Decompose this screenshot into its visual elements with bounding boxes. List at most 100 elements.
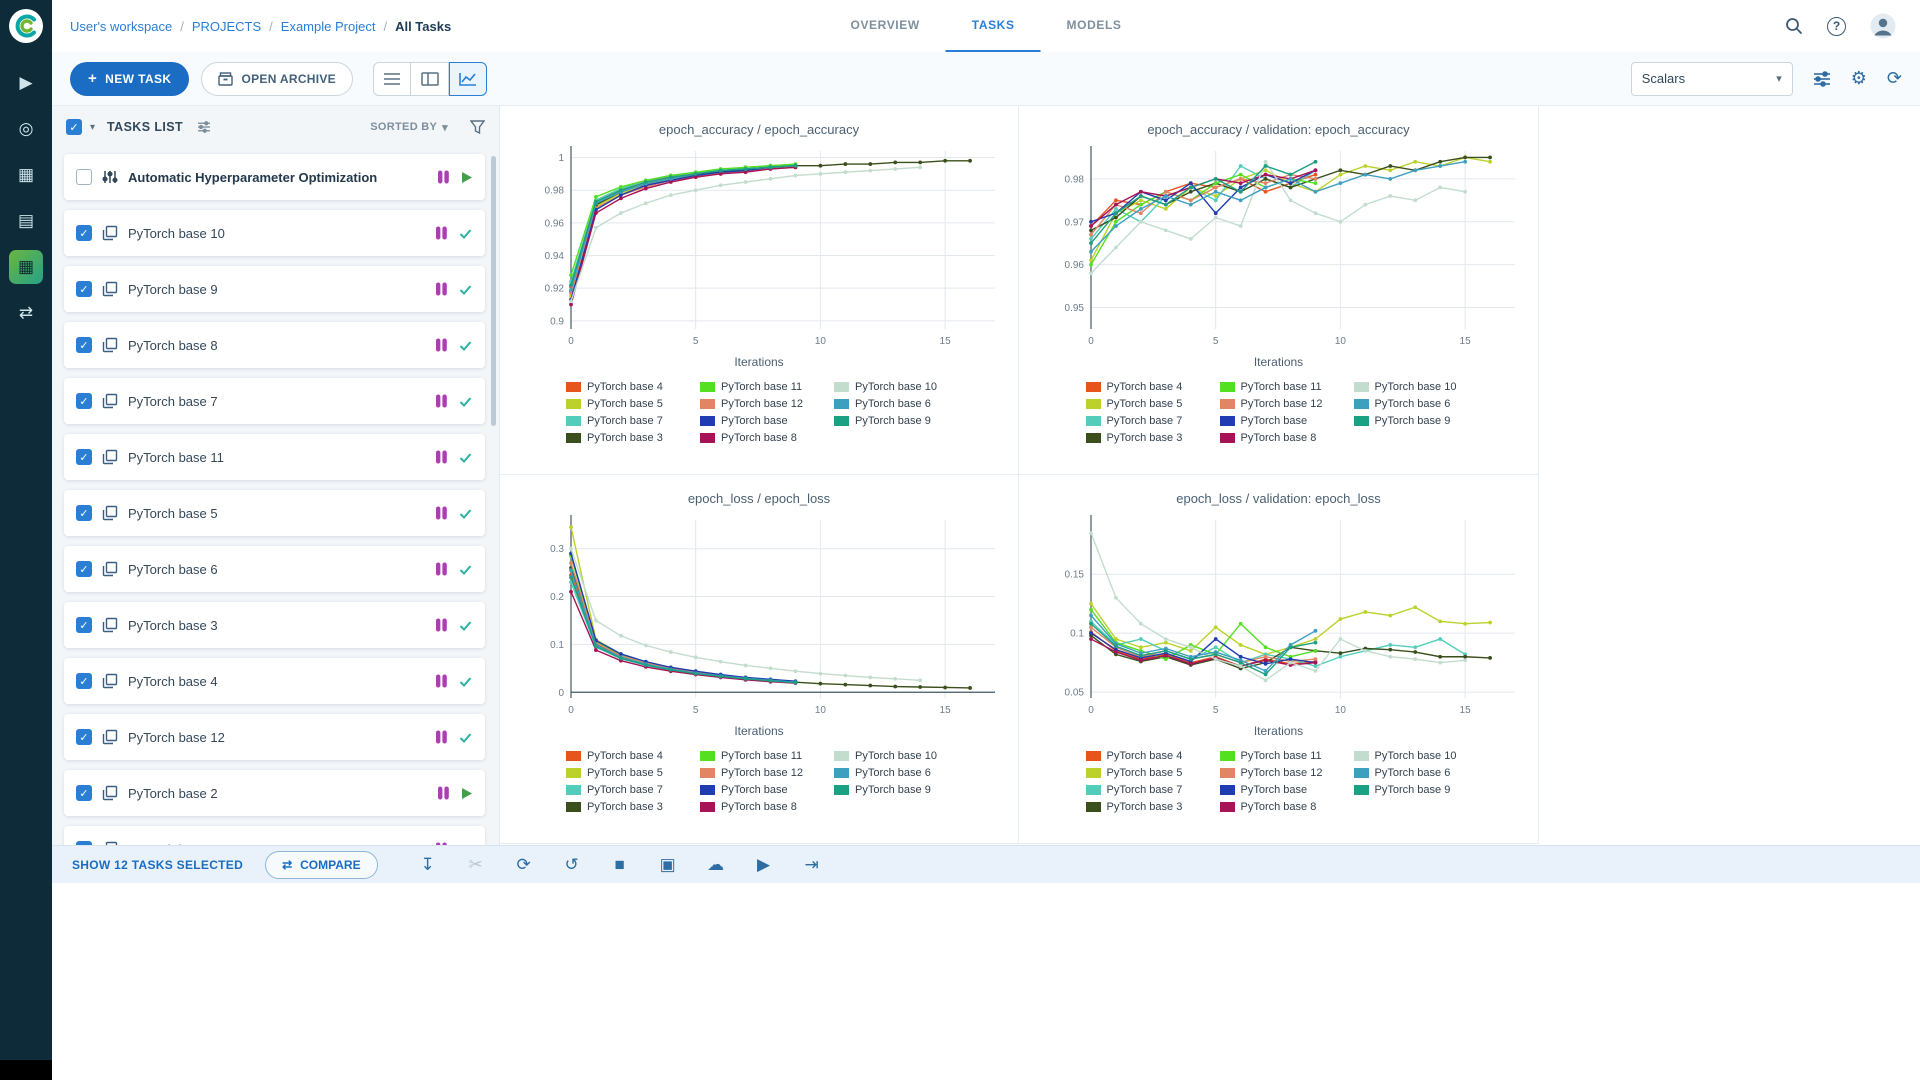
legend-item[interactable]: PyTorch base 3 (566, 429, 684, 446)
open-archive-button[interactable]: OPEN ARCHIVE (201, 61, 353, 96)
enqueue-icon[interactable]: ▶ (752, 855, 776, 875)
legend-item[interactable]: PyTorch base 5 (566, 395, 684, 412)
task-checkbox[interactable] (76, 561, 92, 577)
legend-item[interactable]: PyTorch base 5 (1085, 764, 1204, 781)
legend-item[interactable]: PyTorch base 8 (700, 429, 818, 446)
projects-icon[interactable]: ▦ (9, 250, 43, 284)
task-row[interactable]: PyTorch base 6 (64, 546, 485, 592)
compare-button[interactable]: ⇄ COMPARE (265, 850, 378, 879)
task-row[interactable]: PyTorch base 5 (64, 490, 485, 536)
legend-item[interactable]: PyTorch base 8 (1219, 429, 1338, 446)
split-view-toggle[interactable] (411, 61, 449, 96)
legend-item[interactable]: PyTorch base 11 (700, 378, 818, 395)
clearml-logo-icon[interactable] (7, 7, 45, 50)
task-row[interactable]: PyTorch base 2 (64, 770, 485, 816)
legend-item[interactable]: PyTorch base 12 (700, 395, 818, 412)
refresh-icon[interactable]: ⟳ (512, 855, 536, 875)
legend-item[interactable]: PyTorch base 3 (566, 798, 684, 815)
tab-tasks[interactable]: TASKS (945, 0, 1041, 52)
help-icon[interactable]: ? (1827, 16, 1846, 36)
legend-item[interactable]: PyTorch base 4 (1085, 747, 1204, 764)
task-row[interactable]: PyTorch base 4 (64, 658, 485, 704)
legend-item[interactable]: PyTorch base 6 (1353, 764, 1472, 781)
breadcrumb-item[interactable]: PROJECTS (192, 19, 261, 34)
chart-epoch-loss[interactable]: epoch_loss / epoch_loss 0 0.1 0.2 0.3 0 5 10 15… (500, 475, 1019, 844)
legend-item[interactable]: PyTorch base (1219, 781, 1338, 798)
legend-item[interactable]: PyTorch base 10 (834, 378, 952, 395)
legend-item[interactable]: PyTorch base 4 (566, 747, 684, 764)
legend-item[interactable]: PyTorch base 3 (1085, 798, 1204, 815)
search-icon[interactable] (1785, 17, 1803, 35)
legend-item[interactable]: PyTorch base 8 (1219, 798, 1338, 815)
task-checkbox[interactable] (76, 729, 92, 745)
task-checkbox[interactable] (76, 673, 92, 689)
chart-epoch-accuracy[interactable]: epoch_accuracy / epoch_accuracy 0.9 0.92 0… (500, 106, 1019, 475)
datasets-icon[interactable]: ▤ (9, 204, 43, 238)
publish-icon[interactable]: ☁ (704, 855, 728, 875)
task-row[interactable]: PyTorch base 10 (64, 210, 485, 256)
select-all-checkbox[interactable]: ✓ (66, 119, 82, 135)
legend-item[interactable]: PyTorch base 5 (1085, 395, 1204, 412)
legend-item[interactable]: PyTorch base (700, 781, 818, 798)
metric-selector-dropdown[interactable]: Scalars ▾ (1630, 61, 1793, 96)
legend-item[interactable]: PyTorch base 4 (566, 378, 684, 395)
tab-overview[interactable]: OVERVIEW (825, 0, 946, 52)
auto-refresh-icon[interactable]: ⟳ (1887, 68, 1902, 89)
legend-item[interactable]: PyTorch base 9 (1353, 412, 1472, 429)
task-row[interactable]: PyTorch base 8 (64, 322, 485, 368)
legend-item[interactable]: PyTorch base 10 (1353, 747, 1472, 764)
chart-validation-epoch-loss[interactable]: epoch_loss / validation: epoch_loss 0.05… (1019, 475, 1539, 844)
table-view-toggle[interactable] (373, 61, 411, 96)
getting-started-icon[interactable]: ▶ (9, 66, 43, 100)
select-all-caret-icon[interactable]: ▾ (90, 122, 95, 133)
legend-item[interactable]: PyTorch base 8 (700, 798, 818, 815)
task-checkbox[interactable] (76, 169, 92, 185)
breadcrumb-item[interactable]: User's workspace (70, 19, 172, 34)
task-row[interactable]: PyTorch base 3 (64, 602, 485, 648)
chart-view-toggle[interactable] (449, 61, 487, 96)
legend-item[interactable]: PyTorch base 9 (834, 781, 952, 798)
legend-item[interactable]: PyTorch base 7 (1085, 781, 1204, 798)
legend-item[interactable]: PyTorch base 6 (1353, 395, 1472, 412)
legend-item[interactable]: PyTorch base 4 (1085, 378, 1204, 395)
legend-item[interactable]: PyTorch base (700, 412, 818, 429)
task-checkbox[interactable] (76, 337, 92, 353)
list-settings-icon[interactable] (197, 121, 211, 133)
legend-item[interactable]: PyTorch base 11 (700, 747, 818, 764)
abort-icon[interactable]: ■ (608, 855, 632, 875)
task-row[interactable]: Automatic Hyperparameter Optimization (64, 154, 485, 200)
task-row[interactable]: PyTorch base 11 (64, 434, 485, 480)
legend-item[interactable]: PyTorch base 10 (834, 747, 952, 764)
legend-item[interactable]: PyTorch base 11 (1219, 378, 1338, 395)
new-task-button[interactable]: + NEW TASK (70, 61, 190, 96)
move-to-icon[interactable]: ⇥ (800, 855, 824, 875)
avatar[interactable] (1870, 13, 1896, 39)
task-row[interactable]: PyTorch base 12 (64, 714, 485, 760)
reset-icon[interactable]: ↺ (560, 855, 584, 875)
legend-item[interactable]: PyTorch base 5 (566, 764, 684, 781)
legend-item[interactable]: PyTorch base (1219, 412, 1338, 429)
legend-item[interactable]: PyTorch base 7 (1085, 412, 1204, 429)
filter-funnel-icon[interactable] (470, 120, 485, 134)
legend-item[interactable]: PyTorch base 6 (834, 764, 952, 781)
task-row[interactable]: PyTorch base 9 (64, 266, 485, 312)
task-checkbox[interactable] (76, 505, 92, 521)
archive-icon[interactable]: ↧ (416, 855, 440, 875)
legend-item[interactable]: PyTorch base 11 (1219, 747, 1338, 764)
pipelines-icon[interactable]: ⇄ (9, 296, 43, 330)
legend-item[interactable]: PyTorch base 7 (566, 412, 684, 429)
dequeue-icon[interactable]: ▣ (656, 855, 680, 875)
legend-item[interactable]: PyTorch base 12 (700, 764, 818, 781)
sorted-by-control[interactable]: SORTED BY ▾ (370, 121, 448, 134)
graph-settings-icon[interactable] (1813, 70, 1831, 87)
task-checkbox[interactable] (76, 785, 92, 801)
task-checkbox[interactable] (76, 225, 92, 241)
marketplace-icon[interactable]: ◎ (9, 112, 43, 146)
legend-item[interactable]: PyTorch base 9 (834, 412, 952, 429)
legend-item[interactable]: PyTorch base 3 (1085, 429, 1204, 446)
task-checkbox[interactable] (76, 449, 92, 465)
tab-models[interactable]: MODELS (1041, 0, 1148, 52)
task-checkbox[interactable] (76, 617, 92, 633)
reports-icon[interactable]: ▦ (9, 158, 43, 192)
legend-item[interactable]: PyTorch base 7 (566, 781, 684, 798)
